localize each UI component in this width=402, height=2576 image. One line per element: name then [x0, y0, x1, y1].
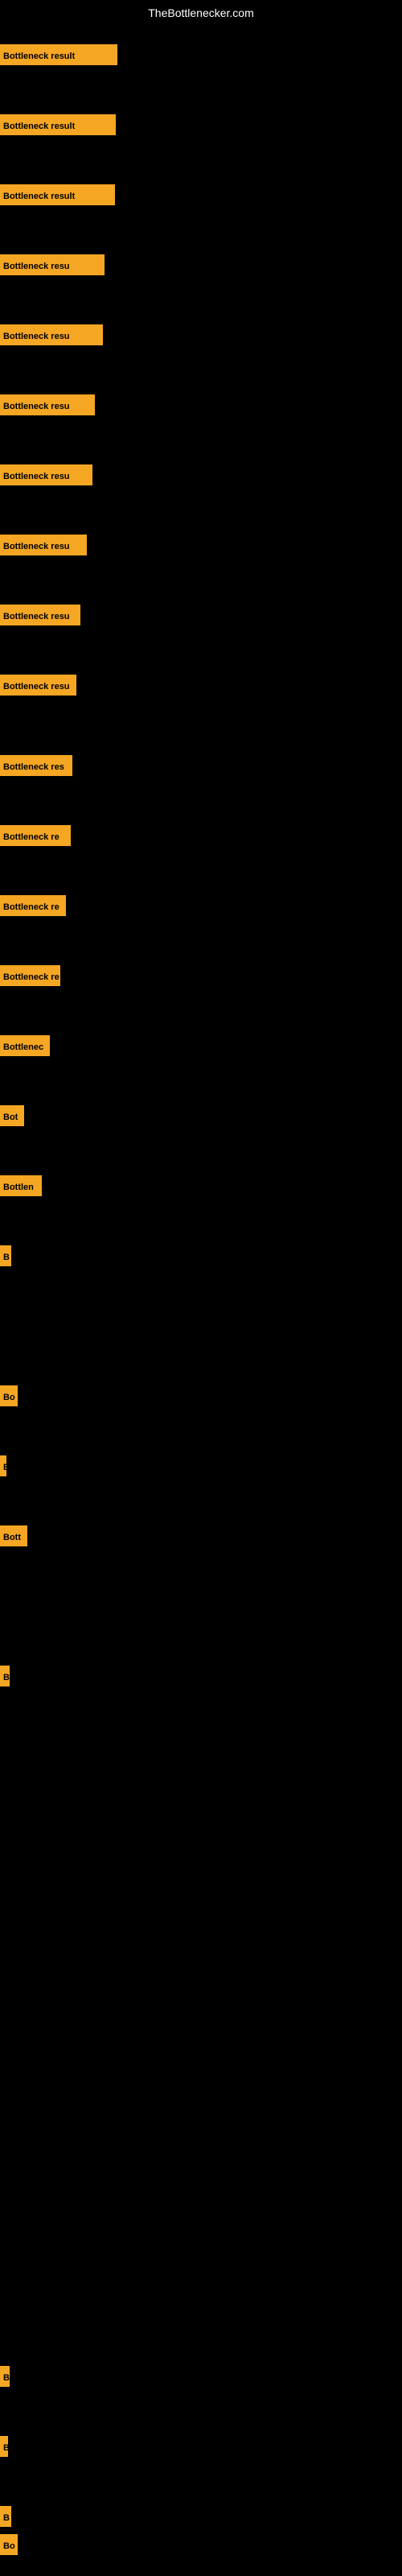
- bottleneck-result-label: Bott: [0, 1525, 27, 1546]
- bottleneck-result-label: Bottleneck resu: [0, 254, 105, 275]
- bottleneck-result-label: B: [0, 2506, 11, 2527]
- bottleneck-result-label: B: [0, 1666, 10, 1686]
- bottleneck-result-label: Bottleneck resu: [0, 464, 92, 485]
- bottleneck-result-label: Bottleneck result: [0, 44, 117, 65]
- bottleneck-result-label: Bottleneck re: [0, 825, 71, 846]
- bottleneck-result-label: Bottleneck re: [0, 895, 66, 916]
- bottleneck-result-label: Bottleneck res: [0, 755, 72, 776]
- bottleneck-result-label: Bottlenec: [0, 1035, 50, 1056]
- bottleneck-result-label: Bottleneck result: [0, 114, 116, 135]
- bottleneck-result-label: B: [0, 1245, 11, 1266]
- bottleneck-result-label: Bottleneck result: [0, 184, 115, 205]
- bottleneck-result-label: Bottleneck resu: [0, 394, 95, 415]
- bottleneck-result-label: Bottleneck resu: [0, 535, 87, 555]
- site-title: TheBottlenecker.com: [0, 0, 402, 26]
- bottleneck-result-label: Bottleneck resu: [0, 675, 76, 696]
- bottleneck-result-label: Bot: [0, 1105, 24, 1126]
- bottleneck-result-label: Bottleneck re: [0, 965, 60, 986]
- bottleneck-result-label: B: [0, 1455, 6, 1476]
- bottleneck-result-label: B: [0, 2436, 8, 2457]
- bottleneck-result-label: Bottleneck resu: [0, 605, 80, 625]
- bottleneck-result-label: B: [0, 2366, 10, 2387]
- bottleneck-result-label: Bo: [0, 1385, 18, 1406]
- bottleneck-result-label: Bottleneck resu: [0, 324, 103, 345]
- bottleneck-result-label: Bottlen: [0, 1175, 42, 1196]
- bottleneck-result-label: Bo: [0, 2534, 18, 2555]
